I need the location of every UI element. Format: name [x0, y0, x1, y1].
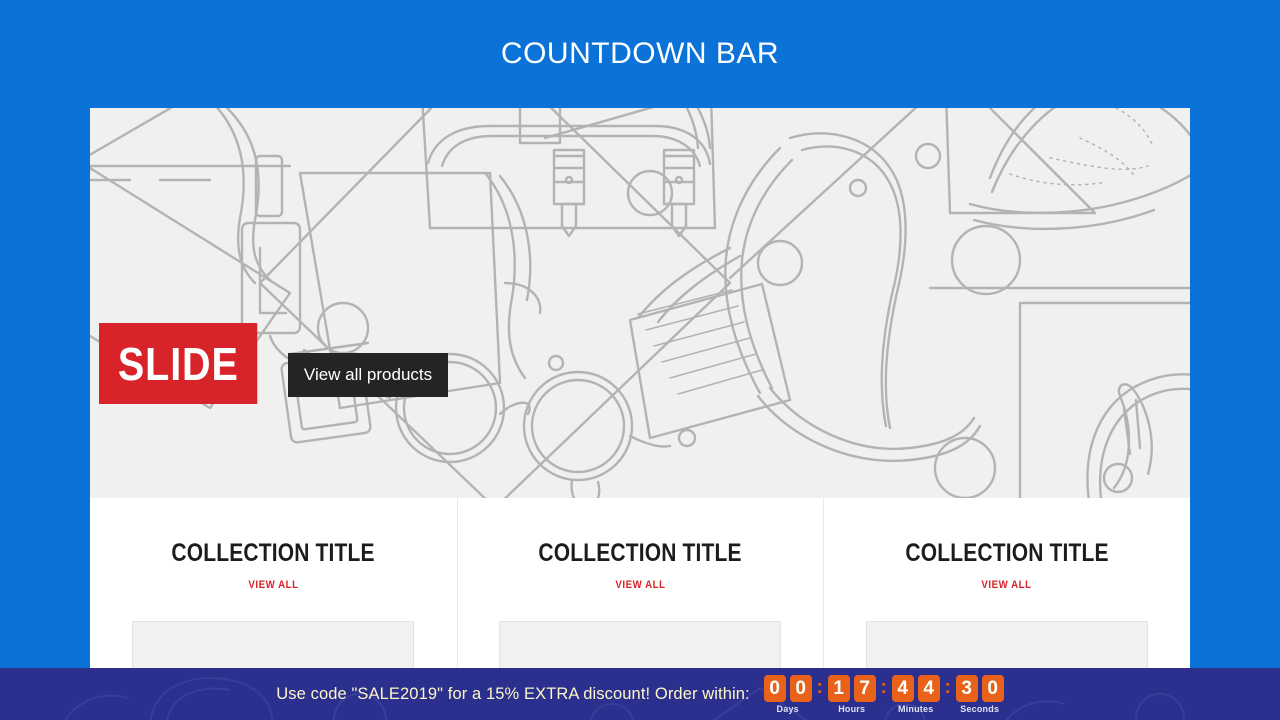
timer-unit-hours: 1 7 Hours: [827, 674, 876, 714]
countdown-timer: 0 0 Days : 1 7 Hours : 4 4 Minutes: 3 0…: [763, 674, 1004, 714]
timer-unit-days: 0 0 Days: [763, 674, 812, 714]
timer-digits: 3 0: [955, 674, 1004, 702]
timer-digit: 0: [763, 674, 786, 702]
timer-label: Seconds: [960, 703, 1000, 714]
collection-view-all-link[interactable]: VIEW ALL: [248, 580, 298, 591]
timer-digit: 1: [827, 674, 850, 702]
timer-digit: 7: [853, 674, 876, 702]
collection-view-all-link[interactable]: VIEW ALL: [982, 580, 1032, 591]
view-all-products-button[interactable]: View all products: [287, 353, 449, 397]
collection-title: COLLECTION TITLE: [171, 539, 376, 567]
timer-digit: 3: [955, 674, 978, 702]
timer-separator: :: [880, 676, 887, 698]
timer-label: Days: [776, 703, 799, 714]
timer-digit: 4: [891, 674, 914, 702]
countdown-message: Use code "SALE2019" for a 15% EXTRA disc…: [276, 684, 750, 703]
timer-unit-seconds: 3 0 Seconds: [955, 674, 1004, 714]
collection-title: COLLECTION TITLE: [538, 539, 742, 567]
timer-digits: 4 4: [891, 674, 940, 702]
hero-overlay: SLIDE View all products: [99, 323, 449, 404]
timer-unit-minutes: 4 4 Minutes: [891, 674, 940, 714]
page-title: COUNTDOWN BAR: [500, 37, 780, 70]
collection-view-all-link[interactable]: VIEW ALL: [615, 580, 665, 591]
countdown-inner: Use code "SALE2019" for a 15% EXTRA disc…: [276, 674, 1004, 714]
site-preview: SLIDE View all products COLLECTION TITLE…: [90, 108, 1190, 720]
timer-digits: 0 0: [763, 674, 812, 702]
timer-separator: :: [944, 676, 951, 698]
timer-digit: 0: [789, 674, 812, 702]
timer-separator: :: [816, 676, 823, 698]
countdown-bar[interactable]: Use code "SALE2019" for a 15% EXTRA disc…: [0, 668, 1280, 720]
timer-label: Minutes: [898, 703, 934, 714]
timer-digit: 4: [917, 674, 940, 702]
hero-slide[interactable]: SLIDE View all products: [90, 108, 1190, 498]
timer-label: Hours: [838, 703, 866, 714]
collection-title: COLLECTION TITLE: [905, 539, 1109, 567]
timer-digit: 0: [981, 674, 1004, 702]
slide-badge: SLIDE: [99, 323, 258, 404]
hero-background-artwork: [90, 108, 1190, 498]
timer-digits: 1 7: [827, 674, 876, 702]
